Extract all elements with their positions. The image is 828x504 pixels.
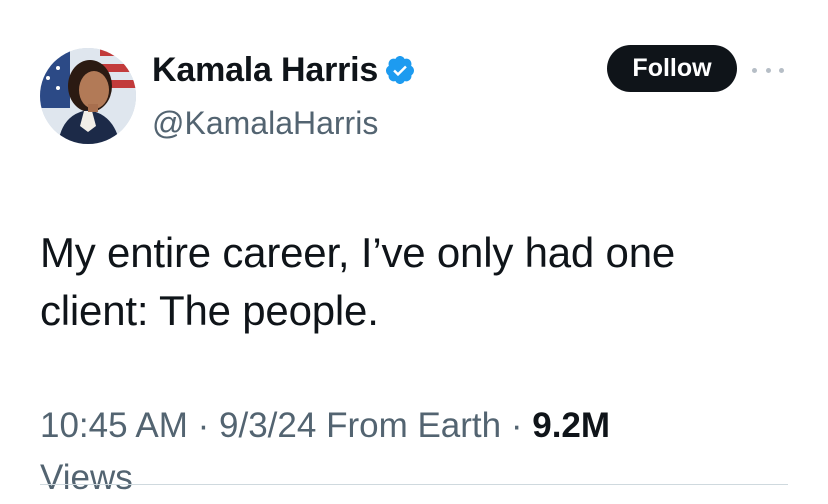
tweet-time[interactable]: 10:45 AM bbox=[40, 406, 188, 445]
more-dot bbox=[752, 67, 757, 73]
meta-separator: · bbox=[510, 406, 523, 445]
views-count[interactable]: 9.2M bbox=[532, 406, 610, 445]
author-display-name[interactable]: Kamala Harris bbox=[152, 48, 378, 92]
tweet-source: From Earth bbox=[326, 406, 502, 445]
avatar-image bbox=[40, 48, 136, 144]
divider bbox=[40, 484, 788, 485]
author-handle[interactable]: @KamalaHarris bbox=[152, 103, 378, 143]
tweet-text-line: My entire career, I’ve only had one bbox=[40, 229, 676, 276]
tweet-date[interactable]: 9/3/24 bbox=[219, 406, 316, 445]
tweet-meta: 10:45 AM · 9/3/24 From Earth · 9.2M View… bbox=[40, 400, 800, 504]
tweet-text-line: client: The people. bbox=[40, 287, 379, 334]
author-name-row: Kamala Harris bbox=[152, 48, 416, 92]
verified-badge-icon bbox=[384, 54, 416, 86]
follow-button[interactable]: Follow bbox=[607, 45, 737, 92]
views-label[interactable]: Views bbox=[40, 458, 133, 497]
more-dot bbox=[779, 67, 784, 73]
more-dot bbox=[765, 67, 771, 73]
more-horizontal-icon[interactable] bbox=[752, 62, 784, 78]
meta-separator: · bbox=[197, 406, 210, 445]
tweet-text: My entire career, I’ve only had one clie… bbox=[40, 224, 800, 340]
avatar[interactable] bbox=[40, 48, 136, 144]
